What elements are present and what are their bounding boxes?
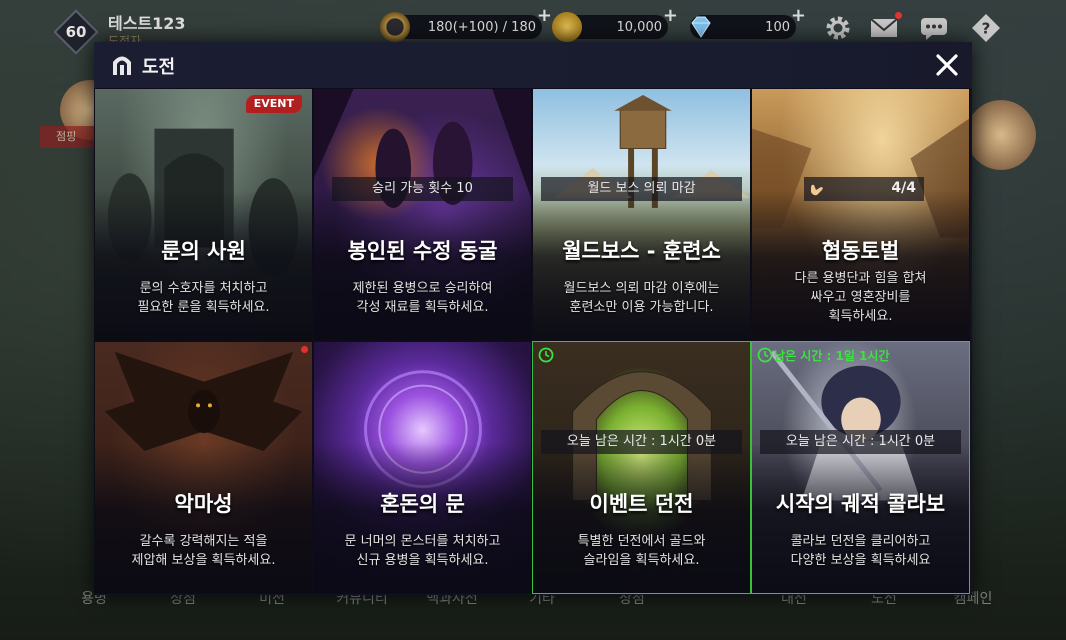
stamina-resource[interactable]: 180(+100) / 180 +: [380, 5, 552, 42]
tile-title: 협동토벌: [821, 239, 900, 263]
tile-title: 혼돈의 문: [380, 492, 465, 516]
world-boss-closed-tag: 월드 보스 의뢰 마감: [541, 177, 742, 201]
clock-icon: [757, 347, 773, 363]
remaining-time-tag: 오늘 남은 시간 : 1시간 0분: [760, 430, 961, 454]
gear-icon[interactable]: [820, 12, 856, 44]
add-stamina-button[interactable]: +: [537, 5, 552, 26]
tile-title: 시작의 궤적 콜라보: [775, 492, 946, 516]
close-icon: [936, 54, 958, 76]
player-level: 60: [65, 23, 87, 41]
mail-notice-dot: [895, 12, 902, 19]
background-character-right: [966, 100, 1036, 170]
gold-resource[interactable]: 10,000 +: [552, 5, 678, 42]
collab-remaining-period: 남은 시간 : 1일 1시간: [774, 349, 890, 363]
tile-description: 월드보스 의뢰 마감 이후에는 훈련소만 이용 가능합니다.: [563, 281, 720, 315]
tile-chaos-gate[interactable]: 혼돈의 문 문 너머의 몬스터를 처치하고 신규 용병을 획득하세요.: [313, 341, 532, 594]
tile-demon-castle[interactable]: 악마성 갈수록 강력해지는 적을 제압해 보상을 획득하세요.: [94, 341, 313, 594]
tile-world-boss-training[interactable]: 월드 보스 의뢰 마감 월드보스 - 훈련소 월드보스 의뢰 마감 이후에는 훈…: [532, 88, 751, 341]
gold-value: 10,000: [616, 19, 663, 35]
tile-cooperative-raid[interactable]: 4/4 협동토벌 다른 용병단과 힘을 합쳐 싸우고 영혼장비를 획득하세요.: [751, 88, 970, 341]
tile-title: 월드보스 - 훈련소: [562, 239, 721, 263]
gem-resource[interactable]: 100 +: [690, 5, 806, 39]
tile-description: 콜라보 던전을 클리어하고 다양한 보상을 획득하세요: [790, 534, 931, 568]
tile-description: 특별한 던전에서 골드와 슬라임을 획득하세요.: [577, 534, 706, 568]
raid-count: 4/4: [891, 180, 916, 196]
victory-count-tag: 승리 가능 횟수 10: [332, 177, 513, 201]
tile-description: 문 너머의 몬스터를 처치하고 신규 용병을 획득하세요.: [344, 534, 501, 568]
player-name: 테스트123: [108, 14, 186, 33]
modal-title: 도전: [142, 57, 176, 78]
challenge-modal: 도전 EVENT 룬의 사원 룬의 수호자를 처치하고 필요한 룬을 획득하세요…: [94, 42, 972, 595]
hand-icon: [811, 184, 823, 196]
raid-counter: 4/4: [804, 177, 924, 201]
close-button[interactable]: [932, 50, 962, 80]
tile-description: 룬의 수호자를 처치하고 필요한 룬을 획득하세요.: [137, 281, 270, 315]
challenge-grid: EVENT 룬의 사원 룬의 수호자를 처치하고 필요한 룬을 획득하세요. 승…: [94, 88, 972, 595]
clock-icon: [538, 347, 554, 363]
tile-description: 제한된 용병으로 승리하여 각성 재료를 획득하세요.: [352, 281, 493, 315]
chat-icon[interactable]: [916, 12, 952, 44]
stamina-value: 180(+100) / 180: [427, 19, 536, 35]
tile-title: 룬의 사원: [161, 239, 246, 263]
tile-collab-dungeon[interactable]: 남은 시간 : 1일 1시간 오늘 남은 시간 : 1시간 0분 시작의 궤적 …: [751, 341, 970, 594]
notice-dot: [301, 346, 308, 353]
tile-title: 악마성: [174, 492, 233, 516]
tile-rune-temple[interactable]: EVENT 룬의 사원 룬의 수호자를 처치하고 필요한 룬을 획득하세요.: [94, 88, 313, 341]
gate-icon: [113, 56, 131, 75]
tile-sealed-crystal-cave[interactable]: 승리 가능 횟수 10 봉인된 수정 동굴 제한된 용병으로 승리하여 각성 재…: [313, 88, 532, 341]
modal-header: 도전: [94, 42, 972, 88]
tile-title: 봉인된 수정 동굴: [347, 239, 498, 263]
mail-icon[interactable]: [866, 12, 902, 44]
tile-description: 다른 용병단과 힘을 합쳐 싸우고 영혼장비를 획득하세요.: [794, 271, 927, 324]
help-icon[interactable]: ?: [968, 12, 1004, 44]
level-badge: 60: [53, 9, 99, 55]
gold-coin-icon: [552, 12, 582, 42]
add-gem-button[interactable]: +: [791, 5, 806, 26]
add-gold-button[interactable]: +: [663, 5, 678, 26]
event-badge: EVENT: [245, 95, 302, 113]
tile-description: 갈수록 강력해지는 적을 제압해 보상을 획득하세요.: [131, 534, 276, 568]
horseshoe-icon: [380, 12, 410, 42]
diamond-icon: [686, 12, 716, 42]
tile-event-dungeon[interactable]: 오늘 남은 시간 : 1시간 0분 이벤트 던전 특별한 던전에서 골드와 슬라…: [532, 341, 751, 594]
remaining-time-tag: 오늘 남은 시간 : 1시간 0분: [541, 430, 742, 454]
gem-value: 100: [765, 19, 790, 35]
svg-text:?: ?: [982, 20, 991, 38]
tile-title: 이벤트 던전: [589, 492, 694, 516]
